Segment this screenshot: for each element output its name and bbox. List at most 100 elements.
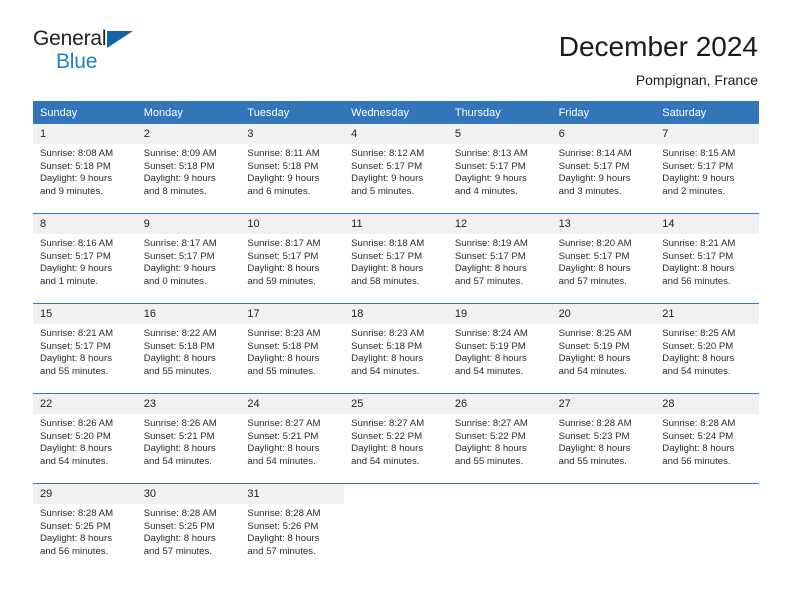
day-detail-line: Sunrise: 8:13 AM (454, 148, 528, 159)
day-number: 20 (551, 304, 656, 324)
calendar-day-cell[interactable]: 13 Sunrise: 8:20 AM Sunset: 5:17 PM Dayligh… (551, 214, 656, 296)
calendar-day-cell[interactable]: 3 Sunrise: 8:11 AM Sunset: 5:18 PM Daylight… (240, 124, 345, 206)
calendar-day-cell[interactable]: 23 Sunrise: 8:26 AM Sunset: 5:21 PM Dayligh… (136, 394, 241, 476)
weekday-header-thursday: Thursday (454, 107, 501, 119)
day-detail-line: and 55 minutes. (143, 365, 212, 377)
calendar-day-cell[interactable]: 11 Sunrise: 8:18 AM Sunset: 5:17 PM Dayligh… (344, 214, 448, 296)
day-detail-line: and 8 minutes. (143, 185, 207, 197)
day-details (344, 504, 448, 508)
weekday-header-friday: Friday (558, 107, 590, 119)
calendar-week-row: 15 Sunrise: 8:21 AM Sunset: 5:17 PM Dayligh… (33, 303, 759, 386)
weekday-header-saturday: Saturday (662, 107, 707, 119)
day-detail-line: and 55 minutes. (558, 455, 627, 467)
calendar-day-cell[interactable]: 10 Sunrise: 8:17 AM Sunset: 5:17 PM Dayligh… (240, 214, 345, 296)
day-detail-line: Sunset: 5:17 PM (247, 250, 319, 262)
calendar-day-cell[interactable]: 2 Sunrise: 8:09 AM Sunset: 5:18 PM Daylight… (136, 124, 241, 206)
day-number: 2 (136, 124, 241, 144)
day-number: 21 (655, 304, 759, 324)
day-detail-line: Sunset: 5:19 PM (558, 340, 630, 352)
day-details: Sunrise: 8:11 AM Sunset: 5:18 PM Daylight:… (240, 144, 344, 198)
brand-name-blue: Blue (56, 50, 98, 73)
day-detail-line: Daylight: 9 hours (662, 173, 735, 185)
day-detail-line: Sunrise: 8:17 AM (143, 238, 217, 249)
day-details: Sunrise: 8:27 AM Sunset: 5:21 PM Daylight:… (240, 414, 344, 468)
calendar-day-cell[interactable]: 26 Sunrise: 8:27 AM Sunset: 5:22 PM Dayligh… (447, 394, 552, 476)
calendar-day-cell[interactable]: 14 Sunrise: 8:21 AM Sunset: 5:17 PM Dayligh… (655, 214, 759, 296)
day-detail-line: Sunrise: 8:09 AM (143, 148, 217, 159)
calendar-day-cell[interactable]: 16 Sunrise: 8:22 AM Sunset: 5:18 PM Dayligh… (136, 304, 241, 386)
calendar-day-cell[interactable]: 27 Sunrise: 8:28 AM Sunset: 5:23 PM Dayligh… (551, 394, 656, 476)
day-details: Sunrise: 8:28 AM Sunset: 5:25 PM Daylight:… (33, 504, 137, 558)
day-number: 8 (33, 214, 137, 234)
day-detail-line: and 56 minutes. (662, 275, 731, 287)
day-detail-line: and 1 minute. (40, 275, 99, 287)
day-detail-line: Daylight: 8 hours (247, 533, 320, 545)
day-detail-line: Sunrise: 8:16 AM (40, 238, 114, 249)
calendar-day-cell[interactable]: 24 Sunrise: 8:27 AM Sunset: 5:21 PM Dayligh… (240, 394, 345, 476)
day-number: 10 (240, 214, 345, 234)
day-detail-line: Sunrise: 8:27 AM (351, 418, 425, 429)
brand-logo[interactable]: General Blue (33, 28, 143, 78)
calendar-day-cell[interactable]: 1 Sunrise: 8:08 AM Sunset: 5:18 PM Daylight… (33, 124, 137, 206)
calendar-day-cell[interactable]: 28 Sunrise: 8:28 AM Sunset: 5:24 PM Dayligh… (655, 394, 759, 476)
calendar-day-cell[interactable]: 19 Sunrise: 8:24 AM Sunset: 5:19 PM Dayligh… (447, 304, 552, 386)
day-details: Sunrise: 8:23 AM Sunset: 5:18 PM Daylight:… (344, 324, 448, 378)
day-number: 3 (240, 124, 345, 144)
day-detail-line: and 55 minutes. (40, 365, 109, 377)
calendar-day-cell[interactable]: 4 Sunrise: 8:12 AM Sunset: 5:17 PM Daylight… (344, 124, 448, 206)
day-number: 15 (33, 304, 137, 324)
day-detail-line: Sunrise: 8:21 AM (662, 238, 736, 249)
page-header: General Blue December 2024 Pompignan, Fr… (0, 0, 792, 90)
day-detail-line: Daylight: 8 hours (558, 263, 631, 275)
day-details: Sunrise: 8:25 AM Sunset: 5:19 PM Daylight:… (552, 324, 656, 378)
day-detail-line: and 54 minutes. (247, 455, 316, 467)
calendar-day-cell[interactable]: 15 Sunrise: 8:21 AM Sunset: 5:17 PM Dayligh… (33, 304, 137, 386)
day-detail-line: and 0 minutes. (143, 275, 207, 287)
day-detail-line: Daylight: 8 hours (662, 443, 735, 455)
calendar-day-cell[interactable]: 29 Sunrise: 8:28 AM Sunset: 5:25 PM Dayligh… (33, 484, 137, 566)
day-detail-line: Sunset: 5:17 PM (351, 160, 423, 172)
calendar-day-cell[interactable]: 12 Sunrise: 8:19 AM Sunset: 5:17 PM Dayligh… (447, 214, 552, 296)
day-detail-line: Daylight: 8 hours (40, 533, 112, 545)
day-detail-line: Daylight: 8 hours (662, 263, 735, 275)
calendar-day-cell[interactable]: 6 Sunrise: 8:14 AM Sunset: 5:17 PM Daylight… (551, 124, 656, 206)
day-details: Sunrise: 8:13 AM Sunset: 5:17 PM Daylight:… (448, 144, 552, 198)
calendar-day-cell[interactable]: 20 Sunrise: 8:25 AM Sunset: 5:19 PM Dayligh… (551, 304, 656, 386)
day-detail-line: Sunset: 5:25 PM (40, 520, 111, 532)
day-number: 18 (344, 304, 448, 324)
calendar-day-cell[interactable]: 7 Sunrise: 8:15 AM Sunset: 5:17 PM Daylight… (655, 124, 759, 206)
day-detail-line: Daylight: 9 hours (558, 173, 631, 185)
calendar-day-cell[interactable]: 8 Sunrise: 8:16 AM Sunset: 5:17 PM Daylight… (33, 214, 137, 296)
day-details: Sunrise: 8:19 AM Sunset: 5:17 PM Daylight:… (448, 234, 552, 288)
calendar-day-cell-empty (551, 484, 656, 566)
calendar-day-cell[interactable]: 18 Sunrise: 8:23 AM Sunset: 5:18 PM Dayligh… (344, 304, 448, 386)
day-detail-line: Daylight: 9 hours (143, 263, 216, 275)
day-detail-line: Sunset: 5:17 PM (454, 250, 526, 262)
day-number: 16 (136, 304, 241, 324)
calendar-day-cell[interactable]: 5 Sunrise: 8:13 AM Sunset: 5:17 PM Daylight… (447, 124, 552, 206)
day-number: 9 (136, 214, 241, 234)
day-details: Sunrise: 8:24 AM Sunset: 5:19 PM Daylight:… (448, 324, 552, 378)
calendar-day-cell[interactable]: 17 Sunrise: 8:23 AM Sunset: 5:18 PM Dayligh… (240, 304, 345, 386)
calendar-day-cell[interactable]: 22 Sunrise: 8:26 AM Sunset: 5:20 PM Dayligh… (33, 394, 137, 476)
calendar-day-cell[interactable]: 9 Sunrise: 8:17 AM Sunset: 5:17 PM Daylight… (136, 214, 241, 296)
day-details: Sunrise: 8:15 AM Sunset: 5:17 PM Daylight:… (655, 144, 759, 198)
calendar-day-cell[interactable]: 25 Sunrise: 8:27 AM Sunset: 5:22 PM Dayligh… (344, 394, 448, 476)
day-details: Sunrise: 8:26 AM Sunset: 5:20 PM Daylight:… (33, 414, 137, 468)
calendar-day-cell-empty (447, 484, 552, 566)
day-detail-line: Daylight: 8 hours (351, 443, 424, 455)
calendar-day-cell[interactable]: 31 Sunrise: 8:28 AM Sunset: 5:26 PM Dayligh… (240, 484, 345, 566)
calendar-day-cell[interactable]: 21 Sunrise: 8:25 AM Sunset: 5:20 PM Dayligh… (655, 304, 759, 386)
day-detail-line: Sunset: 5:18 PM (40, 160, 111, 172)
day-number: 28 (655, 394, 759, 414)
day-detail-line: Sunrise: 8:28 AM (662, 418, 736, 429)
day-number: 26 (447, 394, 552, 414)
day-detail-line: Sunset: 5:17 PM (351, 250, 423, 262)
calendar-week-row: 22 Sunrise: 8:26 AM Sunset: 5:20 PM Dayligh… (33, 393, 759, 476)
day-number (551, 484, 656, 504)
triangle-flag-icon (107, 31, 133, 48)
day-detail-line: Sunset: 5:17 PM (454, 160, 526, 172)
day-detail-line: and 9 minutes. (40, 185, 103, 197)
calendar-day-cell[interactable]: 30 Sunrise: 8:28 AM Sunset: 5:25 PM Dayligh… (136, 484, 241, 566)
day-detail-line: and 56 minutes. (40, 545, 109, 557)
